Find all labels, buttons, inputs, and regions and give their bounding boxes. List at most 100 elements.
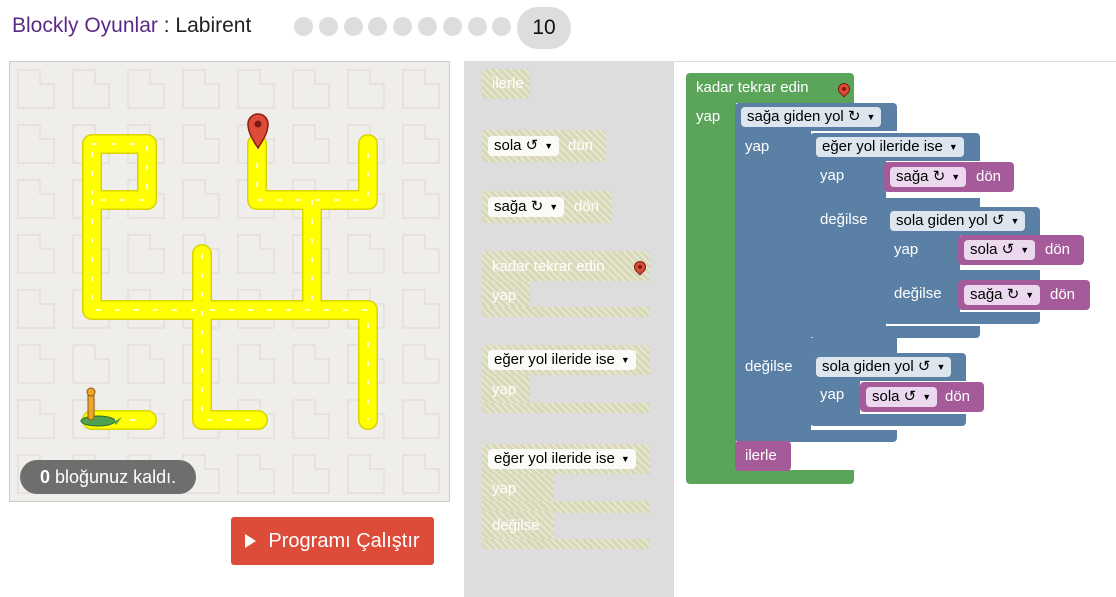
turn-right-2-text: dön bbox=[1050, 286, 1076, 303]
toolbox-ifelse-block[interactable]: eğer yol ileride ise ▼ bbox=[482, 444, 650, 474]
if-right-path-label: sağa giden yol ↻ bbox=[747, 108, 861, 125]
outer-if-left-path-body: yap bbox=[810, 380, 860, 416]
repeat-label: kadar tekrar edin bbox=[696, 79, 809, 96]
level-current-badge[interactable]: 10 bbox=[517, 7, 571, 49]
if-left-path-else: değilse bbox=[894, 285, 942, 302]
dropdown-arrow-icon: ▼ bbox=[936, 362, 946, 373]
outer-turn-left-dropdown[interactable]: sola ↺ ▼ bbox=[866, 387, 938, 407]
if-ahead-dropdown[interactable]: eğer yol ileride ise ▼ bbox=[816, 137, 964, 157]
if-ahead-body: yap bbox=[810, 160, 886, 200]
dropdown-arrow-icon: ▼ bbox=[1010, 216, 1020, 227]
toolbox-turn-left-dir: sola ↺ bbox=[494, 137, 539, 154]
toolbox-repeat-label: kadar tekrar edin bbox=[492, 258, 605, 275]
level-dot-2[interactable] bbox=[318, 17, 338, 36]
toolbox-turn-right-text: dön bbox=[574, 198, 600, 215]
toolbox-flyout: ilerle sola ↺ ▼ dön sağa ↻ ▼ dön kadar tek… bbox=[464, 61, 674, 597]
toolbox-ifelse-do: yap bbox=[492, 480, 517, 497]
toolbox-move-forward-label: ilerle bbox=[492, 75, 524, 92]
level-dot-8[interactable] bbox=[467, 17, 487, 36]
repeat-foot bbox=[686, 470, 854, 484]
if-ahead-foot bbox=[810, 326, 980, 338]
level-dot-7[interactable] bbox=[442, 17, 462, 36]
toolbox-ifelse-label: eğer yol ileride ise bbox=[494, 450, 615, 467]
turn-right-2-dropdown[interactable]: sağa ↻ ▼ bbox=[964, 285, 1041, 305]
maze-board bbox=[9, 61, 450, 502]
turn-right-2-block[interactable]: sağa ↻ ▼ dön bbox=[958, 280, 1090, 310]
toolbox-ifelse-dropdown[interactable]: eğer yol ileride ise ▼ bbox=[488, 449, 636, 469]
outer-if-left-path-dropdown[interactable]: sola giden yol ↺ ▼ bbox=[816, 357, 952, 377]
run-program-label: Programı Çalıştır bbox=[268, 529, 420, 552]
app-name-link[interactable]: Blockly Oyunlar bbox=[12, 14, 158, 37]
outer-turn-left-text: dön bbox=[945, 388, 971, 405]
level-dot-9[interactable] bbox=[492, 17, 512, 36]
toolbox-repeat-foot bbox=[482, 307, 650, 317]
dropdown-arrow-icon: ▼ bbox=[922, 392, 932, 403]
turn-right-block[interactable]: sağa ↻ ▼ dön bbox=[884, 162, 1014, 192]
repeat-do: yap bbox=[696, 108, 721, 125]
toolbox-if-foot bbox=[482, 403, 650, 413]
outer-if-left-path-do: yap bbox=[820, 386, 845, 403]
if-right-path-body: yap bbox=[735, 130, 811, 340]
repeat-until-block[interactable]: kadar tekrar edin bbox=[686, 73, 854, 103]
toolbox-ifelse-else: değilse bbox=[492, 517, 540, 534]
if-left-path-foot bbox=[884, 312, 1040, 324]
blocks-left-counter: 0 bloğunuz kaldı. bbox=[20, 460, 197, 494]
turn-left-block[interactable]: sola ↺ ▼ dön bbox=[958, 235, 1084, 265]
toolbox-move-forward-block[interactable]: ilerle bbox=[482, 69, 530, 99]
if-right-path-else-body: değilse bbox=[735, 352, 811, 432]
title-separator: : bbox=[157, 14, 176, 37]
if-right-path-block[interactable]: sağa giden yol ↻ ▼ bbox=[735, 103, 897, 131]
if-left-path-block[interactable]: sola giden yol ↺ ▼ bbox=[884, 207, 1040, 235]
page-title: Blockly Oyunlar : Labirent bbox=[12, 14, 251, 38]
toolbox-if-dropdown[interactable]: eğer yol ileride ise ▼ bbox=[488, 350, 636, 370]
move-forward-label: ilerle bbox=[745, 447, 777, 464]
toolbox-turn-right-dir: sağa ↻ bbox=[494, 198, 544, 215]
turn-left-dir: sola ↺ bbox=[970, 241, 1015, 258]
blocks-left-text: bloğunuz kaldı. bbox=[50, 467, 177, 487]
if-ahead-block[interactable]: eğer yol ileride ise ▼ bbox=[810, 133, 980, 161]
toolbox-if-label: eğer yol ileride ise bbox=[494, 351, 615, 368]
turn-right-2-dir: sağa ↻ bbox=[970, 286, 1020, 303]
marker-icon bbox=[631, 258, 649, 276]
if-left-path-label: sola giden yol ↺ bbox=[896, 212, 1005, 229]
toolbox-turn-left-dropdown[interactable]: sola ↺ ▼ bbox=[488, 136, 560, 156]
dropdown-arrow-icon: ▼ bbox=[620, 355, 630, 366]
level-dot-5[interactable] bbox=[393, 17, 413, 36]
if-right-path-do: yap bbox=[745, 138, 770, 155]
dropdown-arrow-icon: ▼ bbox=[1025, 290, 1035, 301]
if-ahead-else-body: değilse bbox=[810, 206, 886, 330]
level-dot-3[interactable] bbox=[343, 17, 363, 36]
dropdown-arrow-icon: ▼ bbox=[866, 112, 876, 123]
run-program-button[interactable]: Programı Çalıştır bbox=[231, 517, 434, 565]
dropdown-arrow-icon: ▼ bbox=[620, 454, 630, 465]
toolbox-turn-left-text: dön bbox=[568, 137, 594, 154]
if-ahead-do: yap bbox=[820, 167, 845, 184]
toolbox-ifelse-foot bbox=[482, 539, 650, 549]
play-icon bbox=[245, 534, 257, 548]
turn-right-dir: sağa ↻ bbox=[896, 168, 946, 185]
if-left-path-dropdown[interactable]: sola giden yol ↺ ▼ bbox=[890, 211, 1026, 231]
level-dot-1[interactable] bbox=[294, 17, 313, 36]
toolbox-turn-right-block[interactable]: sağa ↻ ▼ dön bbox=[482, 191, 612, 223]
outer-turn-left-block[interactable]: sola ↺ ▼ dön bbox=[860, 382, 984, 412]
dropdown-arrow-icon: ▼ bbox=[951, 172, 961, 183]
toolbox-turn-left-block[interactable]: sola ↺ ▼ dön bbox=[482, 130, 606, 162]
toolbox-turn-right-dropdown[interactable]: sağa ↻ ▼ bbox=[488, 197, 565, 217]
turn-right-dropdown[interactable]: sağa ↻ ▼ bbox=[890, 167, 967, 187]
blocks-left-count: 0 bbox=[40, 467, 51, 487]
move-forward-block[interactable]: ilerle bbox=[735, 441, 791, 471]
toolbox-if-block[interactable]: eğer yol ileride ise ▼ bbox=[482, 345, 650, 375]
outer-if-left-path-label: sola giden yol ↺ bbox=[822, 358, 931, 375]
turn-left-text: dön bbox=[1045, 241, 1071, 258]
turn-left-dropdown[interactable]: sola ↺ ▼ bbox=[964, 240, 1036, 260]
maze-background-tiles bbox=[10, 62, 449, 501]
if-right-path-dropdown[interactable]: sağa giden yol ↻ ▼ bbox=[741, 107, 882, 127]
dropdown-arrow-icon: ▼ bbox=[1020, 245, 1030, 256]
level-dot-4[interactable] bbox=[368, 17, 388, 36]
game-name: Labirent bbox=[175, 14, 252, 37]
toolbox-repeat-block[interactable]: kadar tekrar edin bbox=[482, 251, 650, 281]
toolbox-if-do: yap bbox=[492, 381, 517, 398]
level-dot-6[interactable] bbox=[418, 17, 437, 36]
outer-if-left-path-block[interactable]: sola giden yol ↺ ▼ bbox=[810, 353, 966, 381]
maze-svg bbox=[10, 62, 449, 501]
